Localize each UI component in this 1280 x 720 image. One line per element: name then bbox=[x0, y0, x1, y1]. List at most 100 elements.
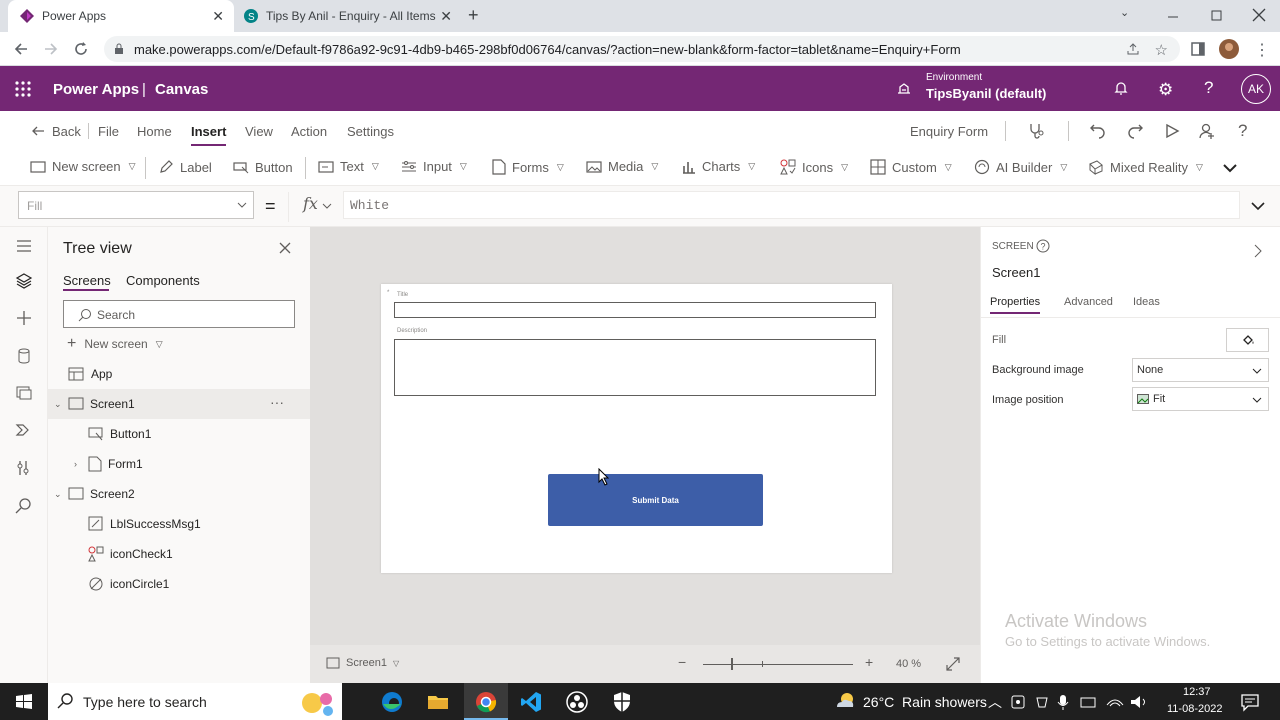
weather-text[interactable]: 26°C Rain showers bbox=[863, 694, 987, 710]
help-icon[interactable]: ? bbox=[1238, 121, 1247, 141]
menu-settings[interactable]: Settings bbox=[347, 124, 394, 139]
new-tab-icon[interactable]: + bbox=[468, 5, 479, 26]
maximize-icon[interactable] bbox=[1208, 6, 1228, 26]
description-input[interactable] bbox=[394, 339, 876, 396]
tab-screens[interactable]: Screens bbox=[63, 273, 111, 288]
environment-name[interactable]: TipsByanil (default) bbox=[926, 86, 1046, 101]
search-icon[interactable] bbox=[14, 496, 34, 516]
chevron-down-icon[interactable] bbox=[1222, 160, 1238, 176]
profile-avatar-icon[interactable] bbox=[1219, 39, 1239, 59]
fit-to-window-icon[interactable] bbox=[946, 657, 960, 671]
settings-gear-icon[interactable]: ⚙ bbox=[1158, 80, 1173, 100]
share-user-icon[interactable] bbox=[1198, 122, 1216, 140]
back-arrow-icon[interactable] bbox=[30, 123, 46, 139]
forms-button[interactable]: Forms ▽ bbox=[492, 159, 564, 175]
data-cylinder-icon[interactable] bbox=[14, 346, 34, 366]
advanced-tools-icon[interactable] bbox=[14, 458, 34, 478]
tree-node-iconcircle1[interactable]: iconCircle1 bbox=[48, 569, 310, 599]
chevron-right-icon[interactable]: › bbox=[74, 459, 88, 469]
app-title[interactable]: Enquiry Form bbox=[910, 124, 988, 139]
tree-node-iconcheck1[interactable]: iconCheck1 bbox=[48, 539, 310, 569]
minimize-icon[interactable] bbox=[1164, 6, 1184, 26]
power-automate-icon[interactable] bbox=[14, 420, 34, 440]
browser-menu-icon[interactable]: ⋮ bbox=[1254, 40, 1270, 60]
menu-home[interactable]: Home bbox=[137, 124, 172, 139]
vscode-icon[interactable] bbox=[519, 690, 543, 714]
zoom-slider[interactable] bbox=[703, 658, 853, 670]
notifications-bell-icon[interactable] bbox=[1113, 80, 1129, 96]
zoom-in-icon[interactable]: + bbox=[865, 654, 873, 670]
tab-properties[interactable]: Properties bbox=[990, 296, 1040, 308]
chevron-up-icon[interactable]: ︿ bbox=[988, 692, 1002, 712]
media-button[interactable]: Media ▽ bbox=[586, 159, 658, 174]
bookmark-star-icon[interactable]: ☆ bbox=[1155, 41, 1168, 59]
tab-power-apps[interactable]: Power Apps ✕ bbox=[8, 0, 234, 32]
tree-node-screen1[interactable]: ⌄ Screen1 ··· bbox=[48, 389, 310, 419]
charts-button[interactable]: Charts ▽ bbox=[682, 159, 755, 174]
custom-button[interactable]: Custom ▽ bbox=[870, 159, 952, 175]
property-dropdown[interactable]: Fill bbox=[18, 191, 254, 219]
submit-data-button[interactable]: Submit Data bbox=[548, 474, 763, 526]
title-input[interactable] bbox=[394, 302, 876, 318]
tree-view-layers-icon[interactable] bbox=[14, 271, 34, 291]
close-tab-icon[interactable]: ✕ bbox=[440, 8, 452, 25]
fx-function-icon[interactable]: fx bbox=[303, 194, 318, 213]
sidebar-toggle-icon[interactable] bbox=[1190, 41, 1206, 57]
mixed-reality-button[interactable]: Mixed Reality ▽ bbox=[1088, 159, 1203, 175]
forward-arrow-icon[interactable] bbox=[42, 40, 60, 58]
tab-search-icon[interactable]: ⌄ bbox=[1120, 6, 1140, 26]
button-button[interactable]: Button bbox=[233, 159, 293, 175]
media-icon[interactable] bbox=[14, 383, 34, 403]
tab-components[interactable]: Components bbox=[126, 273, 200, 288]
chrome-taskbar-item[interactable] bbox=[464, 683, 508, 720]
windows-start-icon[interactable] bbox=[12, 690, 36, 714]
app-launcher-icon[interactable] bbox=[14, 80, 32, 98]
new-screen-button[interactable]: + New screen ▽ bbox=[67, 335, 163, 353]
screen-selector[interactable]: Screen1 ▽ bbox=[326, 657, 399, 669]
menu-file[interactable]: File bbox=[98, 124, 119, 139]
formula-input[interactable]: White bbox=[343, 191, 1240, 219]
preview-play-icon[interactable] bbox=[1163, 122, 1181, 140]
more-options-icon[interactable]: ··· bbox=[270, 394, 284, 410]
background-image-dropdown[interactable]: None bbox=[1132, 358, 1269, 382]
text-button[interactable]: Text ▽ bbox=[318, 159, 379, 174]
new-screen-button[interactable]: New screen ▽ bbox=[30, 159, 136, 174]
product-name[interactable]: Power Apps bbox=[53, 81, 139, 98]
chevron-down-icon[interactable]: ⌄ bbox=[54, 399, 64, 410]
redo-icon[interactable] bbox=[1126, 122, 1144, 140]
tab-advanced[interactable]: Advanced bbox=[1064, 296, 1113, 308]
url-field[interactable]: make.powerapps.com/e/Default-f9786a92-9c… bbox=[104, 36, 1180, 62]
menu-view[interactable]: View bbox=[245, 124, 273, 139]
tree-node-lblsuccessmsg1[interactable]: LblSuccessMsg1 bbox=[48, 509, 310, 539]
app-screen-canvas[interactable]: * Title Description Submit Data bbox=[381, 284, 892, 573]
zoom-out-icon[interactable]: − bbox=[678, 654, 686, 670]
share-icon[interactable] bbox=[1126, 42, 1140, 56]
security-shield-icon[interactable] bbox=[610, 690, 634, 714]
notification-center-icon[interactable] bbox=[1240, 692, 1264, 716]
tab-sharepoint[interactable]: S Tips By Anil - Enquiry - All Items ✕ bbox=[236, 0, 462, 32]
label-button[interactable]: Label bbox=[158, 159, 212, 175]
tree-node-button1[interactable]: Button1 bbox=[48, 419, 310, 449]
user-avatar[interactable]: AK bbox=[1241, 74, 1271, 104]
undo-icon[interactable] bbox=[1089, 122, 1107, 140]
obs-recorder-icon[interactable] bbox=[565, 690, 589, 714]
hamburger-menu-icon[interactable] bbox=[14, 236, 34, 256]
app-checker-stethoscope-icon[interactable] bbox=[1027, 122, 1045, 140]
chevron-right-icon[interactable] bbox=[1253, 244, 1263, 258]
chevron-down-icon[interactable]: ⌄ bbox=[54, 489, 64, 500]
help-icon[interactable]: ? bbox=[1204, 78, 1213, 98]
menu-action[interactable]: Action bbox=[291, 124, 327, 139]
tree-search-input[interactable]: Search bbox=[63, 300, 295, 328]
close-icon[interactable] bbox=[278, 241, 292, 255]
edge-browser-icon[interactable] bbox=[380, 690, 404, 714]
icons-button[interactable]: Icons ▽ bbox=[780, 159, 848, 175]
tree-node-app[interactable]: App bbox=[48, 359, 310, 389]
close-window-icon[interactable] bbox=[1250, 6, 1270, 26]
tree-node-form1[interactable]: › Form1 bbox=[48, 449, 310, 479]
back-arrow-icon[interactable] bbox=[12, 40, 30, 58]
clock-date[interactable]: 11-08-2022 bbox=[1167, 703, 1222, 715]
image-position-dropdown[interactable]: Fit bbox=[1132, 387, 1269, 411]
tab-ideas[interactable]: Ideas bbox=[1133, 296, 1160, 308]
insert-plus-icon[interactable] bbox=[14, 308, 34, 328]
tree-node-screen2[interactable]: ⌄ Screen2 bbox=[48, 479, 310, 509]
